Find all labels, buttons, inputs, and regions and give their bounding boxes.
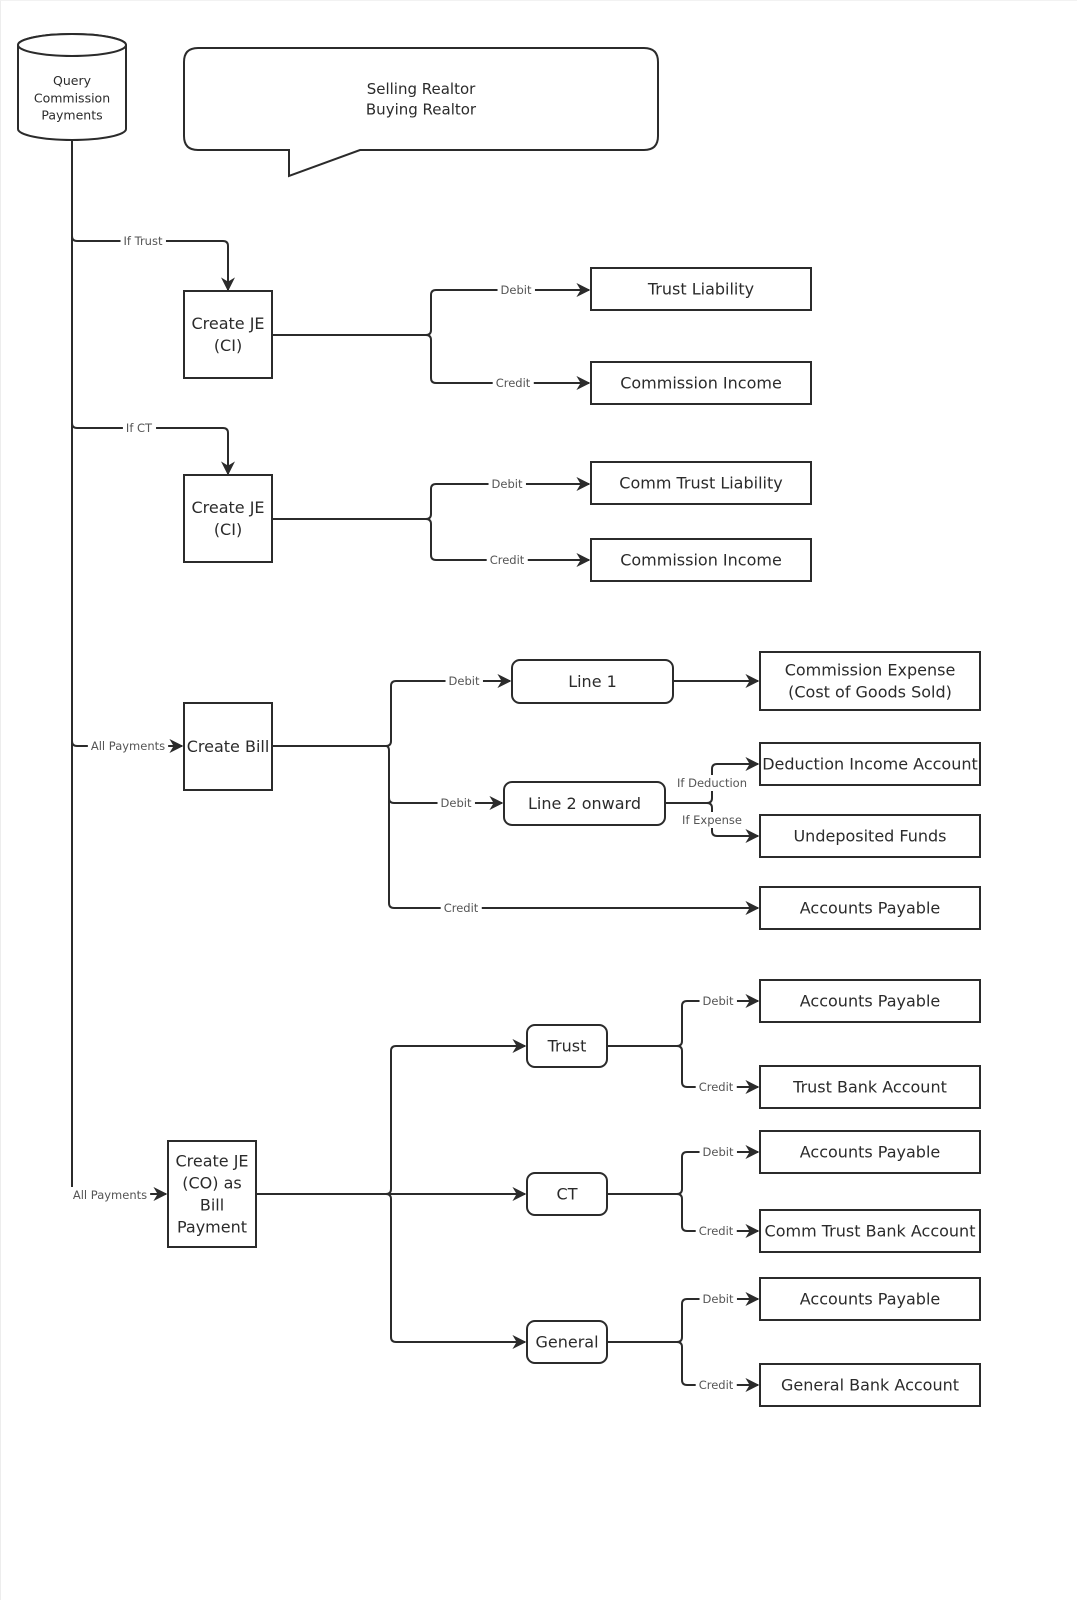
account-commission-expense[interactable]: Commission Expense (Cost of Goods Sold) (759, 651, 981, 711)
if-ct-label: If CT (126, 421, 153, 435)
database-label: Payments (41, 108, 102, 123)
account-ct-bank[interactable]: Comm Trust Bank Account (759, 1209, 981, 1253)
payment-trust-connector (385, 1039, 527, 1195)
payment-type-trust[interactable]: Trust (526, 1024, 608, 1068)
account-trust-liability-label: Trust Liability (647, 280, 754, 299)
database-label: Query (53, 73, 92, 88)
query-commission-payments-database[interactable]: Query Commission Payments (17, 33, 127, 141)
create-je-ci-ct[interactable]: Create JE (CI) (183, 474, 273, 563)
create-je-co-bill-payment-label: Bill (200, 1196, 224, 1215)
payment-type-ct-label: CT (557, 1185, 578, 1204)
bill-line1-debit-label: Debit (449, 674, 480, 688)
account-ct-accounts-payable-label: Accounts Payable (800, 1143, 940, 1162)
account-commission-expense-label: (Cost of Goods Sold) (788, 683, 952, 702)
line-1-node[interactable]: Line 1 (511, 659, 674, 704)
account-deduction-income-label: Deduction Income Account (762, 755, 978, 774)
callout-label: Selling Realtor (367, 80, 476, 98)
payment-type-general-label: General (535, 1333, 598, 1352)
account-comm-trust-liability-label: Comm Trust Liability (619, 474, 782, 493)
payment-type-ct[interactable]: CT (526, 1172, 608, 1216)
create-je-co-bill-payment-label: Payment (177, 1218, 247, 1237)
ct-debit-label: Debit (703, 1145, 734, 1159)
flowchart: Query Commission Payments Selling Realtor Bu… (17, 33, 981, 1407)
bill-credit-label: Credit (444, 901, 479, 915)
account-trust-bank[interactable]: Trust Bank Account (759, 1065, 981, 1109)
account-commission-income-trust-label: Commission Income (620, 374, 782, 393)
account-ct-bank-label: Comm Trust Bank Account (765, 1222, 976, 1241)
account-commission-income-ct[interactable]: Commission Income (590, 538, 812, 582)
general-credit-label: Credit (699, 1378, 734, 1392)
account-trust-liability[interactable]: Trust Liability (590, 267, 812, 311)
account-general-bank-label: General Bank Account (781, 1376, 959, 1395)
callout-label: Buying Realtor (366, 101, 477, 119)
ct-credit-label: Credit (490, 553, 525, 567)
trust-debit-label: Debit (703, 994, 734, 1008)
create-je-ci-trust-label: Create JE (191, 314, 264, 333)
line-2-onward-node[interactable]: Line 2 onward (503, 781, 666, 826)
account-trust-accounts-payable[interactable]: Accounts Payable (759, 979, 981, 1023)
ct-debit-connector (273, 477, 591, 520)
line-2-onward-node-label: Line 2 onward (528, 794, 641, 813)
account-accounts-payable-bill[interactable]: Accounts Payable (759, 886, 981, 930)
account-general-accounts-payable-label: Accounts Payable (800, 1290, 940, 1309)
account-trust-accounts-payable-label: Accounts Payable (800, 992, 940, 1011)
bill-line1-connector (273, 674, 512, 747)
database-top (17, 33, 127, 57)
account-undeposited-funds[interactable]: Undeposited Funds (759, 814, 981, 858)
all-payments-je-label: All Payments (73, 1188, 147, 1202)
account-general-accounts-payable[interactable]: Accounts Payable (759, 1277, 981, 1321)
all-payments-bill-label: All Payments (91, 739, 165, 753)
account-deduction-income[interactable]: Deduction Income Account (759, 742, 981, 786)
realtor-callout: Selling Realtor Buying Realtor (183, 47, 659, 178)
account-trust-bank-label: Trust Bank Account (792, 1078, 947, 1097)
payment-type-trust-label: Trust (547, 1037, 587, 1056)
account-comm-trust-liability[interactable]: Comm Trust Liability (590, 461, 812, 505)
line-1-node-label: Line 1 (568, 672, 617, 691)
trust-debit-connector (273, 283, 591, 336)
if-deduction-label: If Deduction (677, 776, 747, 790)
create-bill-label: Create Bill (187, 737, 270, 756)
ct-credit-label: Credit (699, 1224, 734, 1238)
account-undeposited-funds-label: Undeposited Funds (793, 827, 946, 846)
database-label: Commission (34, 90, 110, 105)
create-je-ci-trust[interactable]: Create JE (CI) (183, 290, 273, 379)
create-bill[interactable]: Create Bill (183, 702, 273, 791)
payment-type-general[interactable]: General (526, 1320, 608, 1364)
if-trust-label: If Trust (124, 234, 163, 248)
general-debit-label: Debit (703, 1292, 734, 1306)
create-je-co-bill-payment[interactable]: Create JE (CO) as Bill Payment (167, 1140, 257, 1248)
bill-line2-debit-label: Debit (441, 796, 472, 810)
if-expense-label: If Expense (682, 813, 742, 827)
account-ct-accounts-payable[interactable]: Accounts Payable (759, 1130, 981, 1174)
payment-general-connector (385, 1193, 527, 1349)
account-commission-income-trust[interactable]: Commission Income (590, 361, 812, 405)
ct-debit-label: Debit (492, 477, 523, 491)
trust-credit-label: Credit (699, 1080, 734, 1094)
create-je-ci-trust-shape (183, 290, 273, 379)
account-commission-expense-label: Commission Expense (785, 661, 956, 680)
trust-credit-label: Credit (496, 376, 531, 390)
trust-debit-label: Debit (501, 283, 532, 297)
create-je-co-bill-payment-label: Create JE (175, 1151, 248, 1170)
create-je-ci-ct-label: Create JE (191, 498, 264, 517)
account-commission-income-ct-label: Commission Income (620, 551, 782, 570)
bill-line2-connector (385, 745, 504, 810)
account-accounts-payable-bill-label: Accounts Payable (800, 899, 940, 918)
create-je-ci-ct-shape (183, 474, 273, 563)
account-general-bank[interactable]: General Bank Account (759, 1363, 981, 1407)
create-je-ci-ct-label: (CI) (214, 520, 242, 539)
create-je-co-bill-payment-label: (CO) as (182, 1174, 241, 1193)
create-je-ci-trust-label: (CI) (214, 336, 242, 355)
